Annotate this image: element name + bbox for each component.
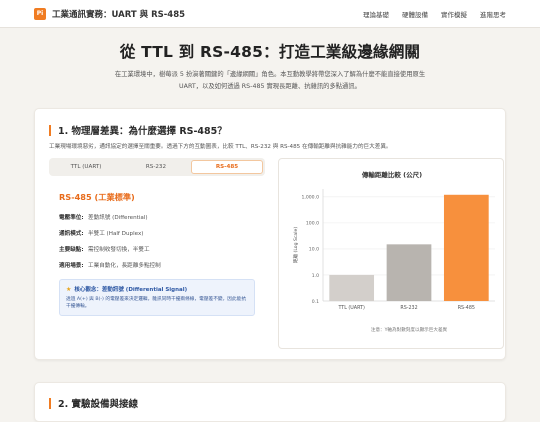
nav-link-simulation[interactable]: 實作模擬	[441, 9, 467, 19]
y-tick-label: 1,000.0	[301, 195, 319, 201]
page-title: 從 TTL 到 RS-485：打造工業級邊緣網關	[119, 43, 421, 61]
bar-2	[443, 194, 489, 301]
spec-key: 適用場景:	[59, 263, 84, 269]
concept-note: ★ 核心觀念：差動訊號 (Differential Signal) 透過 A(+)…	[59, 279, 255, 317]
y-tick-label: 1.0	[312, 273, 319, 279]
spec-value: 半雙工 (Half Duplex)	[88, 231, 144, 237]
nav-link-hardware[interactable]: 硬體設備	[402, 9, 428, 19]
y-tick-label: 10.0	[309, 247, 319, 253]
concept-note-title-text: 核心觀念：差動訊號 (Differential Signal)	[74, 287, 188, 293]
distance-chart-svg: 傳輸距離比較 (公尺) 0.1 1.0 10.0 100.0 1,000.0 TTL (UA…	[292, 170, 495, 333]
bar-1	[386, 244, 432, 301]
spec-value: 需控制收發切換，半雙工	[88, 247, 150, 253]
protocol-tabs: TTL (UART) RS-232 RS-485	[49, 158, 265, 176]
star-icon: ★	[66, 285, 72, 293]
tab-rs485[interactable]: RS-485	[191, 160, 263, 174]
y-axis-label: 距離 (Log Scale)	[292, 227, 299, 263]
section-accent-bar	[49, 124, 51, 136]
nav-link-theory[interactable]: 理論基礎	[363, 9, 389, 19]
chart-footnote: 注意：Y軸為對數刻度以顯示巨大差異	[371, 326, 448, 333]
hero-section: 從 TTL 到 RS-485：打造工業級邊緣網關 在工業環境中，樹莓派 5 扮演…	[0, 28, 540, 92]
x-tick-label: RS-485	[458, 305, 475, 311]
y-tick-label: 100.0	[306, 221, 319, 227]
section-title: 2. 實驗設備與接線	[58, 399, 139, 410]
section-title: 1. 物理層差異：為什麼選擇 RS-485？	[58, 126, 227, 137]
distance-chart: 傳輸距離比較 (公尺) 0.1 1.0 10.0 100.0 1,000.0 TTL (UA…	[278, 158, 504, 349]
spec-row: 適用場景: 工業自動化，長距離多點控制	[59, 257, 265, 273]
app-logo-icon: Pi	[34, 7, 46, 20]
brand-title[interactable]: 工業通訊實務：UART 與 RS-485	[52, 8, 185, 20]
spec-value: 差動訊號 (Differential)	[88, 215, 148, 221]
nav-link-advanced[interactable]: 進階思考	[480, 9, 506, 19]
physical-layer-card: 1. 物理層差異：為什麼選擇 RS-485？ 工業現場環境惡劣，通訊協定的選擇至…	[34, 108, 506, 360]
section-description: 工業現場環境惡劣，通訊協定的選擇至關重要。透過下方的互動圖表，比較 TTL、RS…	[49, 144, 392, 150]
y-tick-label: 0.1	[312, 299, 319, 305]
spec-key: 通訊模式:	[59, 231, 84, 237]
spec-key: 主要缺點:	[59, 247, 84, 253]
protocol-detail-panel: TTL (UART) RS-232 RS-485 RS-485 (工業標準) 電…	[49, 158, 265, 317]
protocol-spec-list: 電壓準位: 差動訊號 (Differential) 通訊模式: 半雙工 (Half …	[59, 209, 265, 273]
tab-ttl[interactable]: TTL (UART)	[51, 160, 121, 174]
top-navigation-bar: Pi 工業通訊實務：UART 與 RS-485 理論基礎 硬體設備 實作模擬 進…	[0, 0, 540, 28]
concept-note-title: ★ 核心觀念：差動訊號 (Differential Signal)	[66, 285, 248, 294]
spec-value: 工業自動化，長距離多點控制	[88, 263, 161, 269]
concept-note-body: 透過 A(+) 與 B(-) 的電壓差來決定邏輯，雜訊同時干擾兩條線，電壓差不變…	[66, 297, 247, 310]
spec-key: 電壓準位:	[59, 215, 84, 221]
main-nav: 理論基礎 硬體設備 實作模擬 進階思考	[363, 9, 506, 19]
x-tick-label: RS-232	[400, 305, 417, 311]
section-heading: 2. 實驗設備與接線	[35, 383, 505, 410]
x-tick-label: TTL (UART)	[337, 305, 365, 311]
bar-0	[329, 274, 375, 301]
spec-row: 通訊模式: 半雙工 (Half Duplex)	[59, 225, 265, 241]
tab-rs232[interactable]: RS-232	[121, 160, 191, 174]
chart-title: 傳輸距離比較 (公尺)	[361, 170, 422, 179]
section-accent-bar	[49, 397, 51, 409]
equipment-card: 2. 實驗設備與接線	[34, 382, 506, 422]
protocol-title: RS-485 (工業標準)	[59, 192, 135, 202]
spec-row: 電壓準位: 差動訊號 (Differential)	[59, 209, 265, 225]
spec-row: 主要缺點: 需控制收發切換，半雙工	[59, 241, 265, 257]
intro-paragraph: 在工業環境中，樹莓派 5 扮演著關鍵的「邊緣網關」角色。本互動教學將帶您深入了解…	[114, 71, 426, 90]
section-heading: 1. 物理層差異：為什麼選擇 RS-485？	[35, 109, 505, 137]
